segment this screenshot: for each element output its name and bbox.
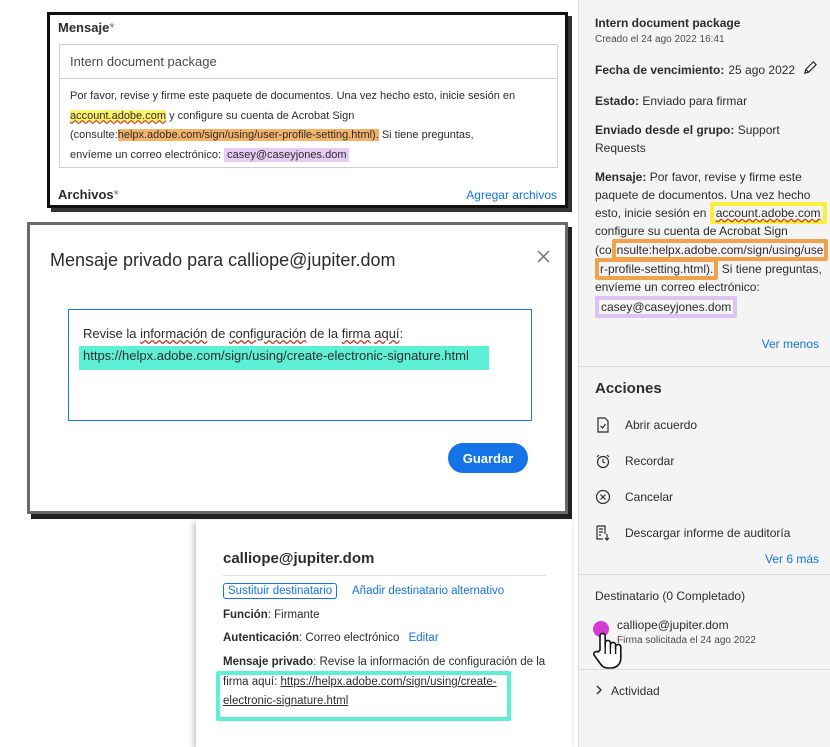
body-text-1: Por favor, revise y firme este paquete d… — [70, 90, 516, 102]
status-label: Estado: — [595, 94, 640, 108]
auth-row: Autenticación: Correo electrónico Editar — [223, 629, 439, 648]
action-label: Descargar informe de auditoría — [625, 526, 791, 540]
close-icon[interactable] — [537, 250, 550, 268]
msg-line-4: configure su cuenta de Acrobat Sign — [595, 224, 788, 238]
private-text-2: firma aquí: — [223, 676, 281, 688]
private-message-link: https://helpx.adobe.com/sign/using/creat… — [83, 348, 469, 363]
private-label: Mensaje privado — [223, 656, 314, 668]
private-link-b[interactable]: electronic-signature.html — [223, 692, 348, 711]
msg-line-5: (co — [595, 243, 612, 257]
body-link-email-text: casey@caseyjones.dom — [227, 148, 347, 161]
role-value: : Firmante — [267, 609, 320, 621]
msg-link-email[interactable]: casey@caseyjones.dom — [595, 296, 738, 318]
activity-toggle[interactable]: Actividad — [595, 684, 660, 698]
msg-link-helpx-a-text: nsulte:helpx.adobe.com/sign/using/use — [616, 243, 824, 257]
recipient-sub: Firma solicitada el 24 ago 2022 — [617, 635, 756, 646]
see-more-link[interactable]: Ver 6 más — [765, 552, 819, 566]
activity-label: Actividad — [611, 684, 660, 698]
message-panel: Mensaje* Intern document package Por fav… — [47, 12, 568, 208]
role-row: Función: Firmante — [223, 606, 319, 625]
private-message-line-1: Revise la información de configuración d… — [83, 326, 404, 341]
message-editor[interactable]: Intern document package Por favor, revis… — [59, 44, 558, 168]
alarm-clock-icon — [595, 453, 611, 469]
msg-line-1: Por favor, revise y firme este — [649, 170, 802, 184]
agreement-sidebar: Intern document package Creado el 24 ago… — [578, 0, 830, 747]
required-mark: * — [109, 20, 115, 35]
popup-divider — [223, 575, 546, 576]
group-value: Support — [737, 123, 780, 137]
body-text-5: envíeme un correo electrónico: — [70, 148, 225, 161]
auth-label: Autenticación — [223, 632, 300, 644]
private-message-input[interactable]: Revise la información de configuración d… — [68, 309, 532, 421]
body-link-email: casey@caseyjones.dom — [224, 147, 350, 162]
body-link-account-text: account.adobe.com — [70, 109, 167, 122]
status-value: Enviado para firmar — [642, 94, 748, 108]
sidebar-message: Mensaje: Por favor, revise y firme este … — [595, 168, 829, 318]
action-label: Abrir acuerdo — [625, 418, 698, 432]
action-label: Cancelar — [625, 490, 674, 504]
replace-recipient-button[interactable]: Sustituir destinatario — [223, 583, 338, 599]
message-label: Mensaje: — [595, 170, 647, 184]
body-text-3: (consulte: — [70, 129, 118, 141]
add-alternate-recipient-link[interactable]: Añadir destinatario alternativo — [352, 585, 504, 597]
body-text-2: y configure su cuenta de Acrobat Sign — [166, 109, 355, 122]
action-label: Recordar — [625, 454, 675, 468]
recipient-title: calliope@jupiter.dom — [223, 550, 375, 567]
message-body[interactable]: Por favor, revise y firme este paquete d… — [70, 87, 550, 165]
status-row: Estado: Enviado para firmar — [595, 92, 747, 110]
recipient-email[interactable]: calliope@jupiter.dom — [617, 618, 729, 632]
actions-title: Acciones — [595, 380, 662, 397]
required-mark: * — [113, 187, 119, 202]
chevron-right-icon — [595, 684, 603, 698]
due-date-row: Fecha de vencimiento: 25 ago 2022 — [595, 60, 818, 80]
add-files-link[interactable]: Agregar archivos — [466, 188, 557, 202]
private-link-a[interactable]: https://helpx.adobe.com/sign/using/creat… — [281, 676, 497, 688]
recipient-popover: calliope@jupiter.dom Sustituir destinata… — [196, 520, 572, 747]
agreement-title: Intern document package — [595, 16, 741, 30]
files-label: Archivos — [58, 187, 114, 202]
audit-report-icon — [595, 525, 611, 541]
see-less-link[interactable]: Ver menos — [762, 337, 819, 351]
msg-line-7: envíeme un correo electrónico: — [595, 280, 760, 294]
document-check-icon — [595, 417, 611, 433]
group-value-2: Requests — [595, 141, 646, 155]
action-open-agreement[interactable]: Abrir acuerdo — [595, 417, 697, 433]
due-label: Fecha de vencimiento: — [595, 63, 725, 77]
body-link-helpx: helpx.adobe.com/sign/using/user-profile-… — [117, 129, 379, 141]
msg-line-6: Si tiene preguntas, — [718, 262, 822, 276]
private-link-line-1: firma aquí: https://helpx.adobe.com/sign… — [223, 673, 497, 692]
msg-link-helpx-b-text: r-profile-setting.html). — [600, 262, 714, 276]
auth-value: : Correo electrónico — [299, 632, 400, 644]
action-cancel[interactable]: Cancelar — [595, 489, 673, 505]
role-label: Función — [223, 609, 268, 621]
recipients-title: Destinatario (0 Completado) — [595, 589, 746, 603]
msg-link-email-text: casey@caseyjones.dom — [601, 300, 732, 314]
group-row: Enviado desde el grupo: Support Requests — [595, 121, 820, 157]
private-text: : Revise la información de configuración… — [313, 656, 546, 668]
msg-link-account-text: account.adobe.com — [715, 206, 821, 220]
action-remind[interactable]: Recordar — [595, 453, 674, 469]
body-link-helpx-text: helpx.adobe.com/sign/using/user-profile-… — [117, 129, 379, 141]
files-field-label: Archivos* — [58, 187, 119, 202]
body-link-account: account.adobe.com — [70, 109, 167, 122]
created-date: Creado el 24 ago 2022 16:41 — [595, 34, 725, 45]
private-message-dialog: Mensaje privado para calliope@jupiter.do… — [27, 222, 568, 514]
msg-link-helpx-b[interactable]: r-profile-setting.html). — [595, 258, 719, 280]
message-label: Mensaje — [58, 20, 110, 35]
body-text-4: Si tiene preguntas, — [378, 129, 474, 141]
group-label: Enviado desde el grupo: — [595, 123, 735, 137]
msg-link-account[interactable]: account.adobe.com — [709, 202, 827, 224]
edit-auth-link[interactable]: Editar — [409, 632, 439, 644]
cancel-circle-icon — [595, 489, 611, 505]
due-value: 25 ago 2022 — [728, 63, 796, 77]
subject-field[interactable]: Intern document package — [60, 45, 557, 79]
message-field-label: Mensaje* — [58, 20, 114, 35]
save-button[interactable]: Guardar — [448, 443, 528, 473]
pencil-icon[interactable] — [803, 60, 818, 80]
action-download-audit[interactable]: Descargar informe de auditoría — [595, 525, 790, 541]
private-message-row: Mensaje privado: Revise la información d… — [223, 653, 553, 672]
msg-line-3: esto, inicie sesión en — [595, 206, 707, 220]
dialog-title: Mensaje privado para calliope@jupiter.do… — [50, 250, 396, 270]
